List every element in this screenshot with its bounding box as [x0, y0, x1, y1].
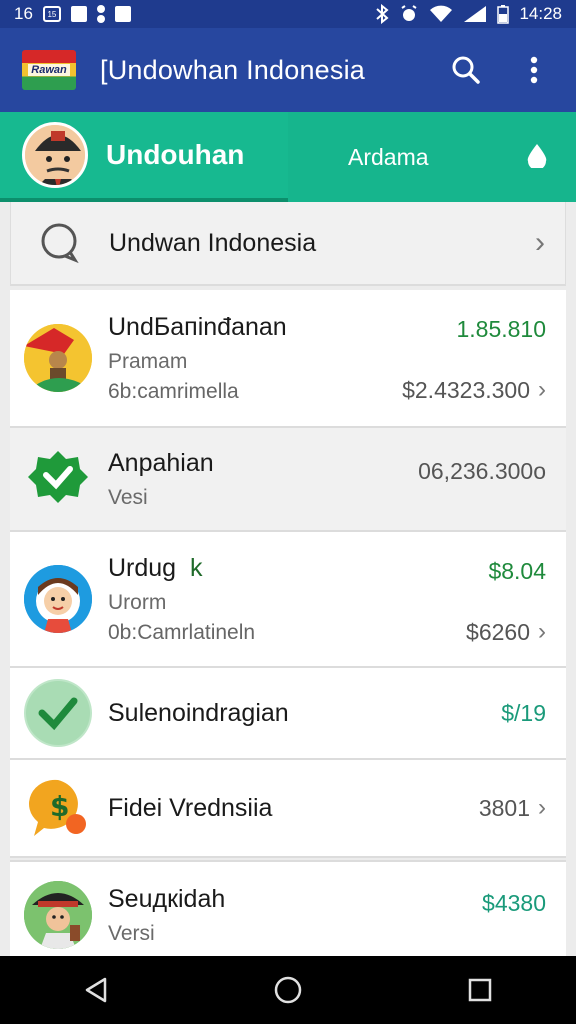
list-item[interactable]: Urdug k Urorm 0b:Camrlatineln $8.04 $626… [10, 532, 566, 668]
chevron-right-icon: › [538, 794, 546, 821]
item-avatar [24, 324, 92, 392]
chat-search-icon [41, 223, 79, 264]
item-subtitle: Pramam [108, 349, 188, 373]
item-amount-secondary: $6260 › [466, 618, 546, 646]
item-avatar [24, 565, 92, 633]
profile-avatar [22, 122, 88, 188]
chevron-right-icon: › [538, 376, 546, 403]
drop-icon [527, 143, 547, 170]
item-tag: k [190, 553, 203, 582]
app-title: [Undowhan Indonesia [100, 54, 365, 85]
money-chat-icon: $ [28, 779, 86, 836]
item-amount-secondary-value: $6260 [466, 618, 530, 645]
chevron-right-icon: › [535, 226, 545, 259]
item-amount-secondary-value: $2.4323.300 [402, 376, 530, 403]
recents-icon[interactable] [465, 975, 495, 1005]
item-avatar [24, 679, 92, 747]
item-subtitle: Urorm [108, 590, 167, 614]
item-amount: $8.04 [488, 558, 546, 584]
status-bar: 16 15 14:28 [0, 0, 576, 28]
bluetooth-icon [376, 4, 389, 24]
item-subtitle: Vesi [108, 485, 148, 509]
search-icon [452, 56, 480, 84]
wifi-icon [430, 5, 453, 22]
app-logo: Rawan [22, 50, 76, 90]
overflow-menu-button[interactable] [514, 50, 554, 90]
header-row[interactable]: Undwan Indonesia › [10, 202, 566, 286]
status-time-left: 16 [14, 4, 33, 23]
notification-badge-icon: 15 [42, 6, 61, 22]
search-button[interactable] [446, 50, 486, 90]
item-avatar: $ [24, 774, 92, 842]
tab-bar: Undouhan Ardama [0, 112, 576, 202]
item-amount: $4380 [482, 890, 546, 916]
alarm-icon [401, 5, 418, 21]
item-amount: 3801 › [479, 794, 546, 822]
chevron-right-icon: › [538, 618, 546, 645]
signal-icon [464, 6, 487, 22]
checkmark-icon [26, 681, 90, 745]
item-amount: 06,236.300o [418, 458, 546, 484]
gallery-icon [70, 6, 87, 22]
list-item[interactable]: UndБaпinđanan Pramam 6b:camrimella 1.85.… [10, 290, 566, 428]
item-amount: $/19 [501, 700, 546, 726]
tab-undouhan-label: Undouhan [106, 139, 245, 170]
badge-check-icon [28, 451, 88, 503]
drop-button[interactable] [524, 142, 550, 173]
item-avatar [24, 445, 92, 513]
list-item[interactable]: Anpahian Vesi 06,236.300o [10, 428, 566, 532]
home-icon[interactable] [273, 975, 303, 1005]
back-icon[interactable] [81, 975, 111, 1005]
system-nav-bar [0, 956, 576, 1024]
list-item[interactable]: Sulenoindragian $/19 [10, 668, 566, 760]
item-amount: 1.85.810 [456, 316, 546, 342]
list-item[interactable]: Seuдкidah Versi $4380 [10, 860, 566, 970]
battery-icon [497, 5, 510, 24]
item-amount-secondary: $2.4323.300 › [402, 376, 546, 404]
app-bar: Rawan [Undowhan Indonesia [0, 28, 576, 112]
content-list: Undwan Indonesia › UndБaпinđanan Pramam … [10, 202, 566, 970]
tab-undouhan[interactable]: Undouhan [0, 112, 288, 202]
status-time: 14:28 [519, 4, 562, 23]
item-amount-value: 3801 [478, 794, 530, 821]
item-title: Sulenoindragian [108, 698, 289, 727]
item-avatar [24, 881, 92, 949]
tab-ardama[interactable]: Ardama [348, 144, 429, 171]
svg-text:$: $ [50, 790, 69, 823]
item-subtitle: Versi [108, 921, 155, 945]
header-row-label: Undwan Indonesia [109, 228, 317, 257]
more-vert-icon [530, 56, 538, 84]
list-item[interactable]: $ Fidei Vrednsiia 3801 › [10, 760, 566, 858]
sd-card-icon [114, 6, 131, 22]
dots-icon [96, 5, 105, 23]
